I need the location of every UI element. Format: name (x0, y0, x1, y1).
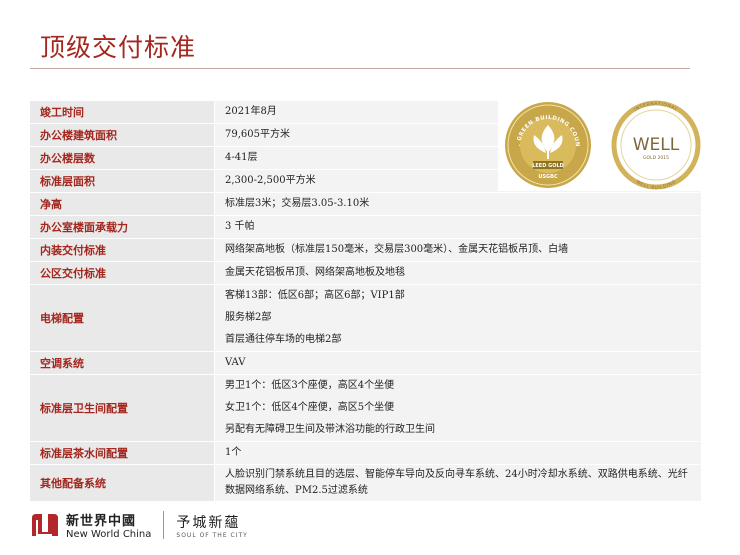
slogan-en: SOUL OF THE CITY (176, 531, 248, 539)
title-divider (30, 68, 690, 69)
slogan-block: 予城新蘊 SOUL OF THE CITY (176, 512, 247, 539)
spec-label: 内装交付标准 (30, 239, 215, 261)
spec-value-line: 女卫1个：低区4个座便，高区5个坐便 (225, 402, 395, 413)
certification-badges: U.S. GREEN BUILDING COUNCIL LEED GOLD US… (496, 93, 703, 191)
brand-name-en: New World China (66, 529, 152, 540)
spec-value: 1个 (215, 442, 701, 464)
spec-label: 公区交付标准 (30, 262, 215, 284)
spec-label: 标准层茶水间配置 (30, 442, 215, 464)
spec-label: 空调系统 (30, 352, 215, 374)
usgbc-label: USGBC (538, 174, 558, 180)
spec-value: 人脸识别门禁系统且目的选层、智能停车导向及反向寻车系统、24小时冷却水系统、双路… (215, 465, 701, 501)
spec-label: 标准层面积 (30, 170, 215, 192)
spec-value-line: 3 千帕 (225, 221, 255, 232)
spec-value-line: VAV (225, 357, 246, 368)
spec-value-line: 网络架高地板（标准层150毫米，交易层300毫米）、金属天花铝板吊顶、白墙 (225, 244, 569, 255)
badge-svg: U.S. GREEN BUILDING COUNCIL LEED GOLD US… (496, 93, 701, 191)
new-world-logo-icon (32, 514, 58, 536)
leed-level-label: LEED GOLD (532, 163, 564, 169)
spec-value: 客梯13部：低区6部；高区6部；VIP1部 服务梯2部首层通往停车场的电梯2部 (215, 285, 701, 351)
spec-value: 网络架高地板（标准层150毫米，交易层300毫米）、金属天花铝板吊顶、白墙 (215, 239, 701, 261)
spec-value: 标准层3米；交易层3.05-3.10米 (215, 193, 701, 215)
spec-value-line: 人脸识别门禁系统且目的选层、智能停车导向及反向寻车系统、24小时冷却水系统、双路… (225, 469, 688, 496)
spec-label: 净高 (30, 193, 215, 215)
footer-divider (163, 511, 165, 539)
spec-row: 公区交付标准 金属天花铝板吊顶、网络架高地板及地毯 (30, 262, 701, 285)
spec-value-line: 客梯13部：低区6部；高区6部；VIP1部 (225, 290, 405, 301)
spec-value-line: 1个 (225, 447, 242, 458)
well-gold-badge: INTERNATIONAL WELL GOLD 2015 WELL BUILDI… (611, 100, 701, 191)
spec-value-line: 男卫1个：低区3个座便，高区4个坐便 (225, 380, 395, 391)
brand-name-cn: 新世界中國 (66, 514, 137, 529)
well-level-label: GOLD 2015 (643, 155, 669, 161)
spec-value: VAV (215, 352, 701, 374)
spec-label: 标准层卫生间配置 (30, 375, 215, 441)
brand-block: 新世界中國 New World China (66, 510, 151, 540)
spec-value: 金属天花铝板吊顶、网络架高地板及地毯 (215, 262, 701, 284)
spec-value-line: 另配有无障碍卫生间及带沐浴功能的行政卫生间 (225, 424, 435, 435)
spec-row: 空调系统 VAV (30, 352, 701, 375)
page-title: 顶级交付标准 (40, 33, 197, 62)
spec-label: 电梯配置 (30, 285, 215, 351)
spec-row: 电梯配置 客梯13部：低区6部；高区6部；VIP1部 服务梯2部首层通往停车场的电梯… (30, 285, 701, 352)
spec-row: 办公室楼面承载力 3 千帕 (30, 216, 701, 239)
spec-label: 办公楼层数 (30, 147, 215, 169)
spec-label: 竣工时间 (30, 101, 215, 123)
spec-value: 男卫1个：低区3个座便，高区4个坐便 女卫1个：低区4个座便，高区5个坐便另配有无… (215, 375, 701, 441)
spec-row: 净高 标准层3米；交易层3.05-3.10米 (30, 193, 701, 216)
spec-value-line: 首层通往停车场的电梯2部 (225, 334, 342, 345)
leed-gold-badge: U.S. GREEN BUILDING COUNCIL LEED GOLD US… (496, 93, 591, 188)
spec-label: 其他配备系统 (30, 465, 215, 501)
spec-row: 标准层卫生间配置 男卫1个：低区3个座便，高区4个坐便 女卫1个：低区4个座便，高区… (30, 375, 701, 442)
spec-value-line: 金属天花铝板吊顶、网络架高地板及地毯 (225, 267, 405, 278)
spec-label: 办公室楼面承载力 (30, 216, 215, 238)
spec-value-line: 服务梯2部 (225, 312, 272, 323)
spec-value: 3 千帕 (215, 216, 701, 238)
footer: 新世界中國 New World China 予城新蘊 SOUL OF THE C… (30, 510, 248, 540)
spec-row: 标准层茶水间配置 1个 (30, 442, 701, 465)
spec-row: 内装交付标准 网络架高地板（标准层150毫米，交易层300毫米）、金属天花铝板吊顶… (30, 239, 701, 262)
slogan-cn: 予城新蘊 (176, 514, 241, 531)
well-name: WELL (633, 135, 680, 155)
spec-value-line: 标准层3米；交易层3.05-3.10米 (225, 198, 370, 209)
spec-row: 其他配备系统 人脸识别门禁系统且目的选层、智能停车导向及反向寻车系统、24小时冷却… (30, 465, 701, 502)
spec-label: 办公楼建筑面积 (30, 124, 215, 146)
